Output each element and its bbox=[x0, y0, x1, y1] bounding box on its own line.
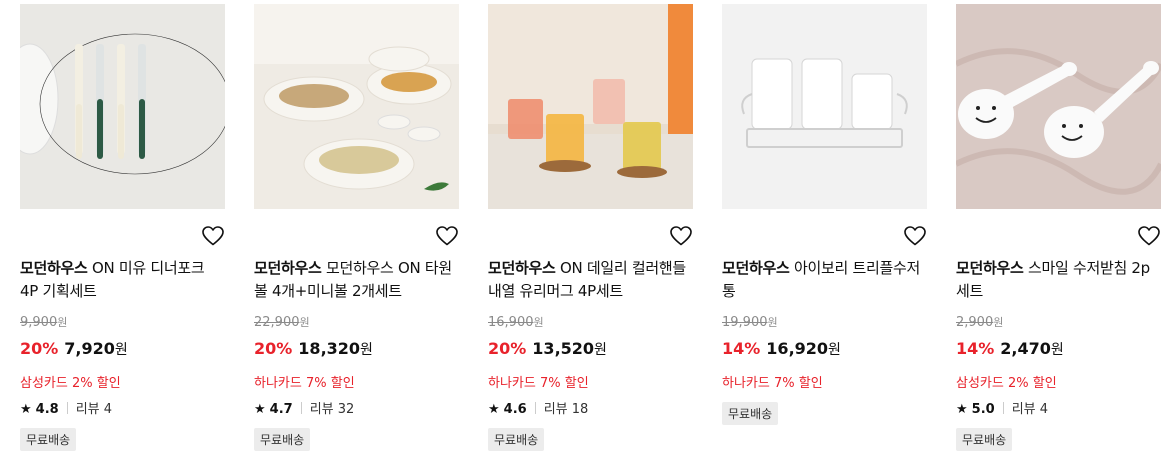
wishlist-heart-icon[interactable] bbox=[201, 224, 225, 248]
product-image[interactable] bbox=[488, 4, 693, 209]
sale-price: 7,920 bbox=[64, 339, 115, 358]
brand-name: 모던하우스 bbox=[956, 259, 1024, 277]
free-shipping-badge: 무료배송 bbox=[722, 402, 779, 425]
discount-rate: 14% bbox=[722, 339, 761, 358]
review-count: 리뷰 4 bbox=[75, 402, 113, 417]
brand-name: 모던하우스 bbox=[722, 259, 790, 277]
price-row: 20% 7,920원 bbox=[20, 339, 128, 358]
product-image[interactable] bbox=[254, 4, 459, 209]
wishlist-heart-icon[interactable] bbox=[435, 224, 459, 248]
original-price: 19,900원 bbox=[722, 315, 778, 330]
sale-price: 16,920 bbox=[766, 339, 829, 358]
sale-price: 18,320 bbox=[298, 339, 361, 358]
card-promo: 하나카드 7% 할인 bbox=[722, 376, 823, 391]
free-shipping-badge: 무료배송 bbox=[488, 428, 545, 451]
star-icon: ★ bbox=[488, 402, 500, 417]
price-row: 20% 18,320원 bbox=[254, 339, 373, 358]
free-shipping-badge: 무료배송 bbox=[254, 428, 311, 451]
wishlist-heart-icon[interactable] bbox=[903, 224, 927, 248]
review-count: 리뷰 18 bbox=[543, 402, 589, 417]
product-card[interactable]: 모던하우스 ON 데일리 컬러핸들 내열 유리머그 4P세트 16,900원 2… bbox=[488, 4, 693, 451]
star-icon: ★ bbox=[956, 402, 968, 417]
rating-score: 4.6 bbox=[503, 402, 527, 417]
card-promo: 하나카드 7% 할인 bbox=[488, 376, 589, 391]
product-title[interactable]: 모던하우스 스마일 수저받침 2p세트 bbox=[956, 257, 1161, 303]
sale-price: 13,520 bbox=[532, 339, 595, 358]
bowl-set-image bbox=[254, 4, 459, 209]
rating-row: ★ 4.6 리뷰 18 bbox=[488, 398, 588, 417]
product-image[interactable] bbox=[722, 4, 927, 209]
product-card[interactable]: 모던하우스 스마일 수저받침 2p세트 2,900원 14% 2,470원 삼성카… bbox=[956, 4, 1161, 451]
wishlist-heart-icon[interactable] bbox=[669, 224, 693, 248]
free-shipping-badge: 무료배송 bbox=[20, 428, 77, 451]
rating-score: 5.0 bbox=[971, 402, 995, 417]
product-card[interactable]: 모던하우스 모던하우스 ON 타원볼 4개+미니볼 2개세트 22,900원 2… bbox=[254, 4, 459, 451]
original-price: 22,900원 bbox=[254, 315, 310, 330]
original-price: 16,900원 bbox=[488, 315, 544, 330]
rating-row: ★ 4.8 리뷰 4 bbox=[20, 398, 112, 417]
free-shipping-badge: 무료배송 bbox=[956, 428, 1013, 451]
product-image[interactable] bbox=[956, 4, 1161, 209]
original-price: 2,900원 bbox=[956, 315, 1004, 330]
price-row: 20% 13,520원 bbox=[488, 339, 607, 358]
card-promo: 하나카드 7% 할인 bbox=[254, 376, 355, 391]
fork-set-image bbox=[20, 4, 225, 209]
price-row: 14% 2,470원 bbox=[956, 339, 1064, 358]
brand-name: 모던하우스 bbox=[488, 259, 556, 277]
spoon-rest-image bbox=[956, 4, 1161, 209]
discount-rate: 14% bbox=[956, 339, 995, 358]
brand-name: 모던하우스 bbox=[254, 259, 322, 277]
product-card[interactable]: 모던하우스 ON 미유 디너포크 4P 기획세트 9,900원 20% 7,920… bbox=[20, 4, 225, 451]
star-icon: ★ bbox=[254, 402, 266, 417]
discount-rate: 20% bbox=[20, 339, 59, 358]
product-title[interactable]: 모던하우스 ON 미유 디너포크 4P 기획세트 bbox=[20, 257, 225, 303]
product-grid: 모던하우스 ON 미유 디너포크 4P 기획세트 9,900원 20% 7,920… bbox=[0, 0, 1165, 466]
discount-rate: 20% bbox=[254, 339, 293, 358]
rating-row: ★ 5.0 리뷰 4 bbox=[956, 398, 1048, 417]
glass-mug-image bbox=[488, 4, 693, 209]
review-count: 리뷰 32 bbox=[309, 402, 355, 417]
utensil-holder-image bbox=[722, 4, 927, 209]
original-price: 9,900원 bbox=[20, 315, 68, 330]
rating-row: ★ 4.7 리뷰 32 bbox=[254, 398, 354, 417]
rating-score: 4.8 bbox=[35, 402, 59, 417]
product-title[interactable]: 모던하우스 모던하우스 ON 타원볼 4개+미니볼 2개세트 bbox=[254, 257, 459, 303]
product-image[interactable] bbox=[20, 4, 225, 209]
review-count: 리뷰 4 bbox=[1011, 402, 1049, 417]
sale-price: 2,470 bbox=[1000, 339, 1051, 358]
card-promo: 삼성카드 2% 할인 bbox=[20, 376, 121, 391]
rating-score: 4.7 bbox=[269, 402, 293, 417]
star-icon: ★ bbox=[20, 402, 32, 417]
discount-rate: 20% bbox=[488, 339, 527, 358]
wishlist-heart-icon[interactable] bbox=[1137, 224, 1161, 248]
product-title[interactable]: 모던하우스 아이보리 트리플수저통 bbox=[722, 257, 927, 303]
price-row: 14% 16,920원 bbox=[722, 339, 841, 358]
brand-name: 모던하우스 bbox=[20, 259, 88, 277]
card-promo: 삼성카드 2% 할인 bbox=[956, 376, 1057, 391]
product-title[interactable]: 모던하우스 ON 데일리 컬러핸들 내열 유리머그 4P세트 bbox=[488, 257, 693, 303]
product-card[interactable]: 모던하우스 아이보리 트리플수저통 19,900원 14% 16,920원 하나카… bbox=[722, 4, 927, 425]
